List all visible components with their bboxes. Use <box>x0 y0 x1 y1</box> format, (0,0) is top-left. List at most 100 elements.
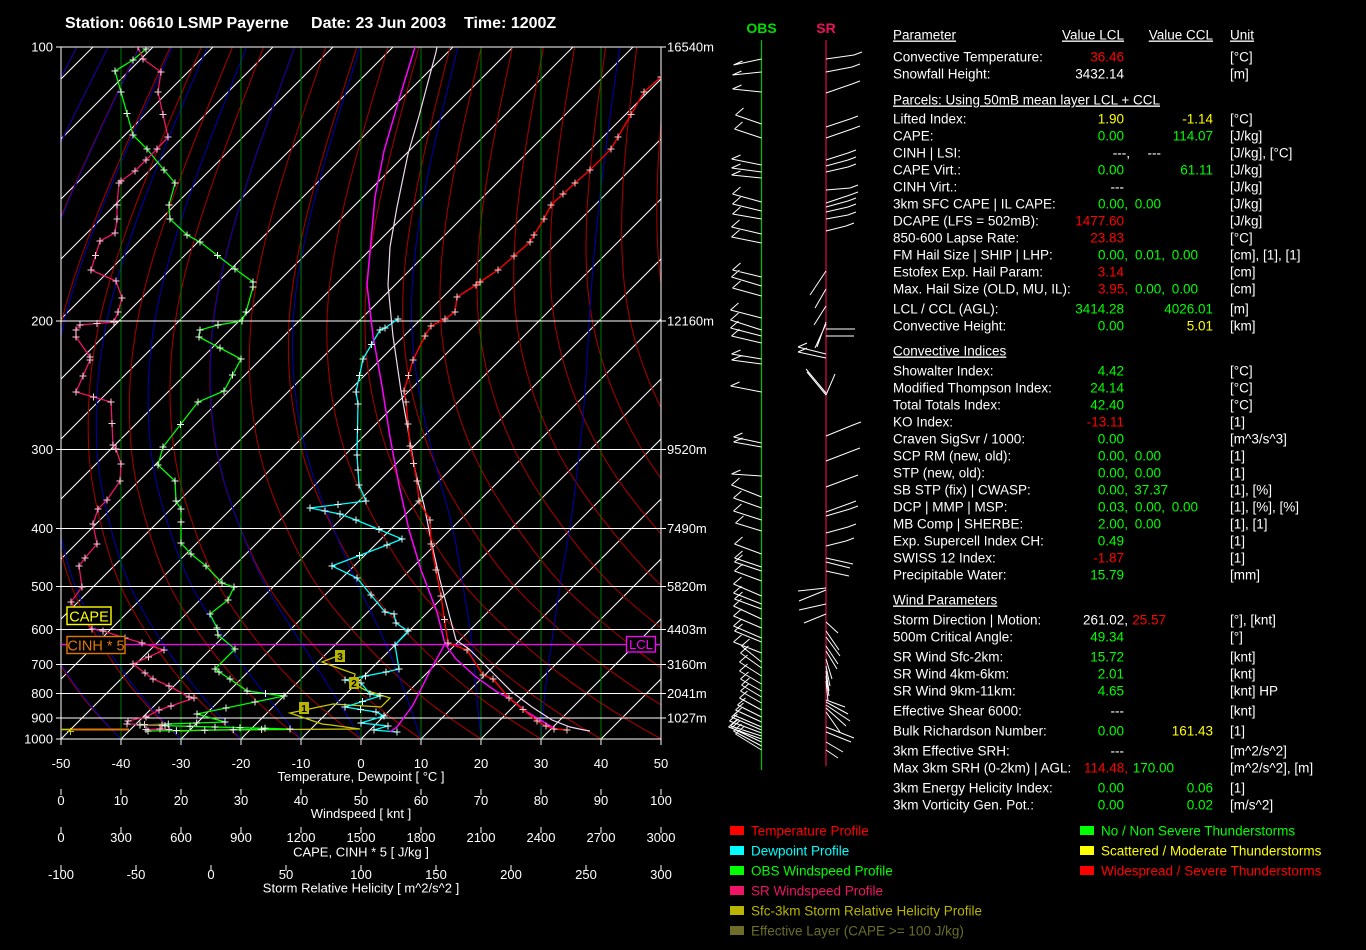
svg-text:1200: 1200 <box>287 830 316 845</box>
svg-text:0.00: 0.00 <box>1172 500 1198 515</box>
svg-text:Craven SigSvr / 1000:: Craven SigSvr / 1000: <box>893 432 1025 447</box>
svg-text:4403m: 4403m <box>667 622 707 637</box>
svg-text:700: 700 <box>31 657 53 672</box>
svg-text:0.00: 0.00 <box>1135 449 1161 464</box>
svg-text:300: 300 <box>650 867 672 882</box>
svg-text:Value LCL: Value LCL <box>1062 28 1125 43</box>
svg-text:Wind Parameters: Wind Parameters <box>893 593 998 608</box>
svg-text:0.00: 0.00 <box>1172 282 1198 297</box>
svg-text:Storm Direction | Motion:: Storm Direction | Motion: <box>893 613 1041 628</box>
svg-text:3.95,: 3.95, <box>1098 282 1128 297</box>
svg-text:-50: -50 <box>52 756 71 771</box>
svg-text:[1]: [1] <box>1230 415 1245 430</box>
svg-text:0: 0 <box>207 867 214 882</box>
svg-text:SR: SR <box>816 20 835 36</box>
svg-text:OBS Windspeed Profile: OBS Windspeed Profile <box>751 864 893 879</box>
svg-text:25.57: 25.57 <box>1132 613 1166 628</box>
svg-text:CAPE, CINH * 5 [ J/kg ]: CAPE, CINH * 5 [ J/kg ] <box>293 845 429 860</box>
svg-text:0.00,: 0.00, <box>1098 449 1128 464</box>
svg-text:[°C]: [°C] <box>1230 112 1253 127</box>
svg-text:SWISS 12 Index:: SWISS 12 Index: <box>893 551 996 566</box>
svg-text:1500: 1500 <box>347 830 376 845</box>
svg-text:0.00: 0.00 <box>1098 724 1124 739</box>
svg-text:CINH * 5: CINH * 5 <box>67 639 124 655</box>
svg-text:SR Wind Sfc-2km:: SR Wind Sfc-2km: <box>893 650 1003 665</box>
svg-text:-1.14: -1.14 <box>1182 112 1213 127</box>
svg-text:0.00,: 0.00, <box>1098 248 1128 263</box>
svg-text:CAPE: CAPE <box>69 610 109 626</box>
svg-text:[m^2/s^2], [m]: [m^2/s^2], [m] <box>1230 761 1313 776</box>
svg-text:3km Energy Helicity Index:: 3km Energy Helicity Index: <box>893 781 1053 796</box>
svg-text:30: 30 <box>534 756 548 771</box>
svg-text:0: 0 <box>57 793 64 808</box>
svg-text:3.14: 3.14 <box>1098 265 1125 280</box>
svg-text:Temperature, Dewpoint [ °C ]: Temperature, Dewpoint [ °C ] <box>277 769 444 784</box>
svg-text:Snowfall Height:: Snowfall Height: <box>893 67 991 82</box>
svg-text:0.00: 0.00 <box>1098 163 1124 178</box>
svg-text:[m]: [m] <box>1230 302 1249 317</box>
svg-text:0.00,: 0.00, <box>1098 466 1128 481</box>
svg-text:[J/kg]: [J/kg] <box>1230 214 1262 229</box>
svg-text:Max 3km SRH (0-2km) | AGL:: Max 3km SRH (0-2km) | AGL: <box>893 761 1071 776</box>
svg-text:[m/s^2]: [m/s^2] <box>1230 798 1273 813</box>
svg-text:[cm]: [cm] <box>1230 282 1256 297</box>
svg-text:0.00: 0.00 <box>1098 432 1124 447</box>
svg-text:36.46: 36.46 <box>1090 50 1124 65</box>
svg-text:114.48,: 114.48, <box>1084 761 1128 776</box>
svg-text:24.14: 24.14 <box>1090 381 1124 396</box>
svg-text:0.00: 0.00 <box>1135 466 1161 481</box>
svg-text:Convective Indices: Convective Indices <box>893 344 1007 359</box>
svg-text:0.00: 0.00 <box>1135 197 1161 212</box>
svg-text:LCL / CCL (AGL):: LCL / CCL (AGL): <box>893 302 999 317</box>
svg-text:2.00,: 2.00, <box>1098 517 1128 532</box>
svg-text:3km Vorticity Gen. Pot.:: 3km Vorticity Gen. Pot.: <box>893 798 1034 813</box>
svg-text:[m^2/s^2]: [m^2/s^2] <box>1230 744 1287 759</box>
svg-text:16540m: 16540m <box>667 40 714 55</box>
svg-text:-100: -100 <box>48 867 74 882</box>
svg-text:[J/kg]: [J/kg] <box>1230 197 1262 212</box>
svg-text:0.00: 0.00 <box>1135 517 1161 532</box>
svg-text:1477.60: 1477.60 <box>1075 214 1124 229</box>
svg-text:100: 100 <box>650 793 672 808</box>
svg-text:[knt]: [knt] <box>1230 704 1256 719</box>
svg-text:20: 20 <box>174 793 188 808</box>
svg-text:[°], [knt]: [°], [knt] <box>1230 613 1276 628</box>
svg-text:2.01: 2.01 <box>1098 667 1124 682</box>
svg-text:Storm Relative Helicity [ m^2: Storm Relative Helicity [ m^2/s^2 ] <box>263 881 459 896</box>
svg-text:7490m: 7490m <box>667 521 707 536</box>
svg-text:900: 900 <box>230 830 252 845</box>
svg-text:3432.14: 3432.14 <box>1075 67 1124 82</box>
svg-text:[1], [%]: [1], [%] <box>1230 483 1272 498</box>
svg-text:CINH Virt.:: CINH Virt.: <box>893 180 957 195</box>
svg-text:-20: -20 <box>232 756 251 771</box>
svg-text:Convective Height:: Convective Height: <box>893 319 1006 334</box>
svg-text:Estofex Exp. Hail Param:: Estofex Exp. Hail Param: <box>893 265 1043 280</box>
svg-text:[cm]: [cm] <box>1230 265 1256 280</box>
svg-text:800: 800 <box>31 686 53 701</box>
svg-text:Scattered / Moderate Thunderst: Scattered / Moderate Thunderstorms <box>1101 844 1322 859</box>
svg-text:40: 40 <box>594 756 608 771</box>
svg-text:3: 3 <box>337 652 343 663</box>
svg-text:[m^3/s^3]: [m^3/s^3] <box>1230 432 1287 447</box>
svg-text:3414.28: 3414.28 <box>1075 302 1124 317</box>
svg-text:15.72: 15.72 <box>1090 650 1124 665</box>
svg-text:[°C]: [°C] <box>1230 381 1253 396</box>
svg-text:250: 250 <box>575 867 597 882</box>
svg-text:Showalter Index:: Showalter Index: <box>893 364 994 379</box>
svg-text:Total Totals Index:: Total Totals Index: <box>893 398 1001 413</box>
svg-text:0.00: 0.00 <box>1098 129 1124 144</box>
svg-text:80: 80 <box>534 793 548 808</box>
svg-text:4.42: 4.42 <box>1098 364 1124 379</box>
svg-text:0.00,: 0.00, <box>1135 282 1165 297</box>
svg-text:Max. Hail Size (OLD, MU, IL):: Max. Hail Size (OLD, MU, IL): <box>893 282 1071 297</box>
svg-text:[knt]: [knt] <box>1230 667 1256 682</box>
svg-text:Effective Shear 6000:: Effective Shear 6000: <box>893 704 1022 719</box>
svg-text:Windspeed [ knt ]: Windspeed [ knt ] <box>311 806 411 821</box>
svg-text:900: 900 <box>31 711 53 726</box>
svg-text:CAPE Virt.:: CAPE Virt.: <box>893 163 961 178</box>
svg-text:[1], [1]: [1], [1] <box>1230 517 1268 532</box>
svg-text:500m Critical Angle:: 500m Critical Angle: <box>893 630 1013 645</box>
svg-text:2700: 2700 <box>587 830 616 845</box>
svg-text:-40: -40 <box>112 756 131 771</box>
svg-text:Station: 06610 LSMP Payerne: Station: 06610 LSMP Payerne Date: 23 Jun… <box>65 15 556 32</box>
